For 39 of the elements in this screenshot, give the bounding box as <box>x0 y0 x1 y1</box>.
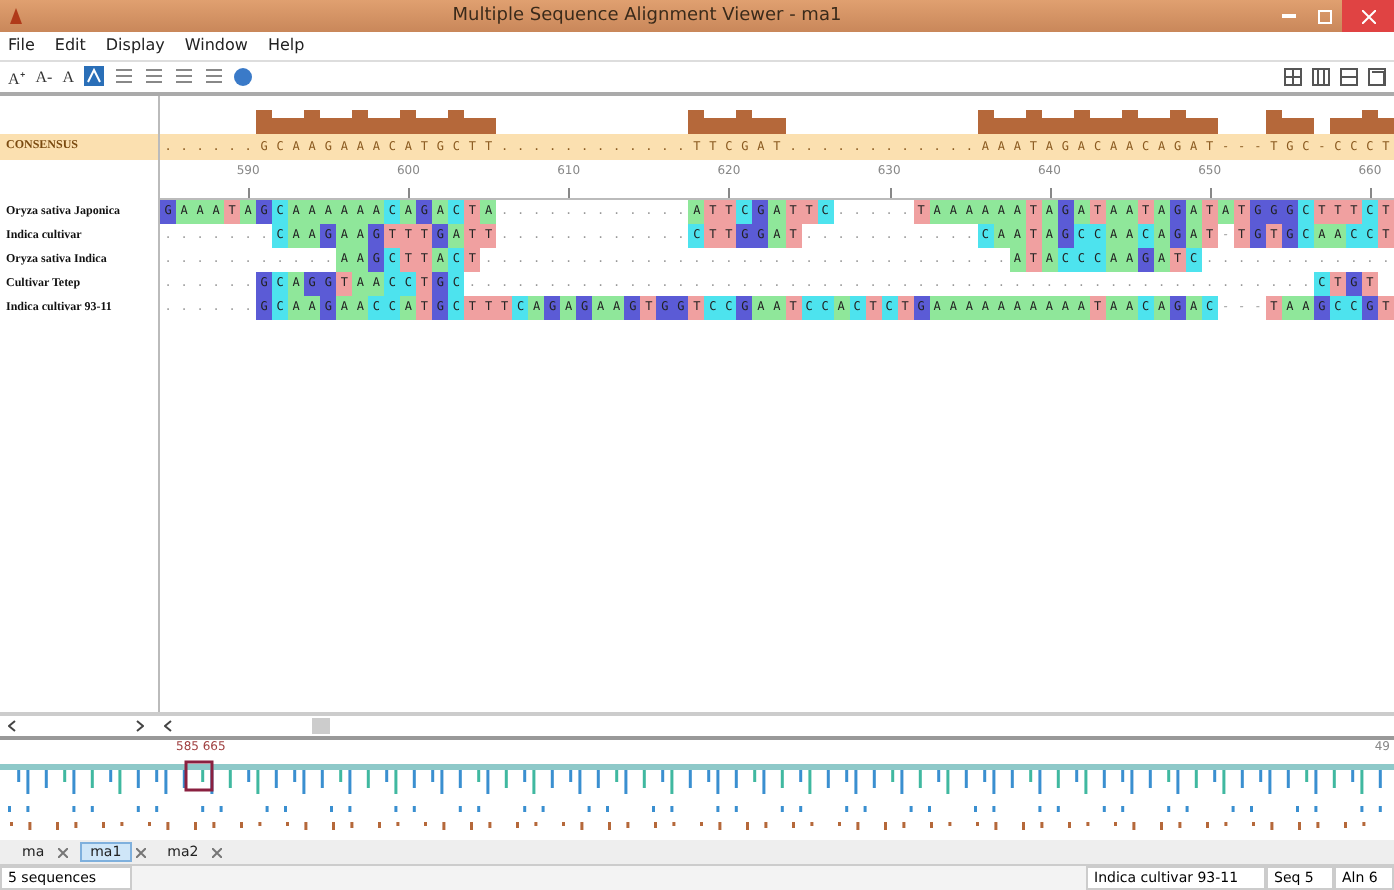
app-icon <box>8 6 24 26</box>
text-mode-icon[interactable] <box>84 66 105 87</box>
ruler-tick <box>568 187 571 198</box>
align-icon[interactable] <box>114 67 135 86</box>
conservation-bar <box>768 117 785 134</box>
font-size-button[interactable]: A⁺ <box>8 65 26 88</box>
ruler-tick <box>728 187 731 198</box>
menu-item[interactable]: File <box>8 36 35 55</box>
close-tab-icon[interactable] <box>212 847 223 858</box>
window-title: Multiple Sequence Alignment Viewer - ma1 <box>450 6 844 26</box>
menu-item[interactable]: Window <box>184 36 248 55</box>
ruler-tick <box>889 187 892 198</box>
ruler-tick <box>248 187 251 198</box>
font-size-button[interactable]: A <box>62 67 75 86</box>
close-icon <box>1361 9 1375 23</box>
font-size-button[interactable]: A- <box>35 67 53 86</box>
conservation-bar <box>1329 117 1346 134</box>
menu-item[interactable]: Help <box>267 36 305 55</box>
ruler-tick <box>1369 187 1372 198</box>
help-icon[interactable] <box>234 67 253 86</box>
conservation-bar <box>480 117 497 134</box>
align-icon[interactable] <box>144 67 165 86</box>
layout-icon[interactable] <box>1312 67 1330 86</box>
align-icon[interactable] <box>204 67 225 86</box>
menu-item[interactable]: Display <box>105 36 165 55</box>
close-tab-icon[interactable] <box>58 847 69 858</box>
minimize-icon <box>1281 14 1295 18</box>
menu-item[interactable]: Edit <box>54 36 86 55</box>
layout-icon[interactable] <box>1284 67 1302 86</box>
layout-icon[interactable] <box>1368 67 1386 86</box>
align-icon[interactable] <box>174 67 195 86</box>
ruler-tick <box>408 187 411 198</box>
close-button[interactable] <box>1342 0 1394 32</box>
close-tab-icon[interactable] <box>135 847 146 858</box>
layout-icon[interactable] <box>1340 67 1358 86</box>
ruler-tick <box>1209 187 1212 198</box>
maximize-icon <box>1317 9 1331 23</box>
ruler-tick <box>1049 187 1052 198</box>
scroll-thumb[interactable] <box>312 718 330 735</box>
